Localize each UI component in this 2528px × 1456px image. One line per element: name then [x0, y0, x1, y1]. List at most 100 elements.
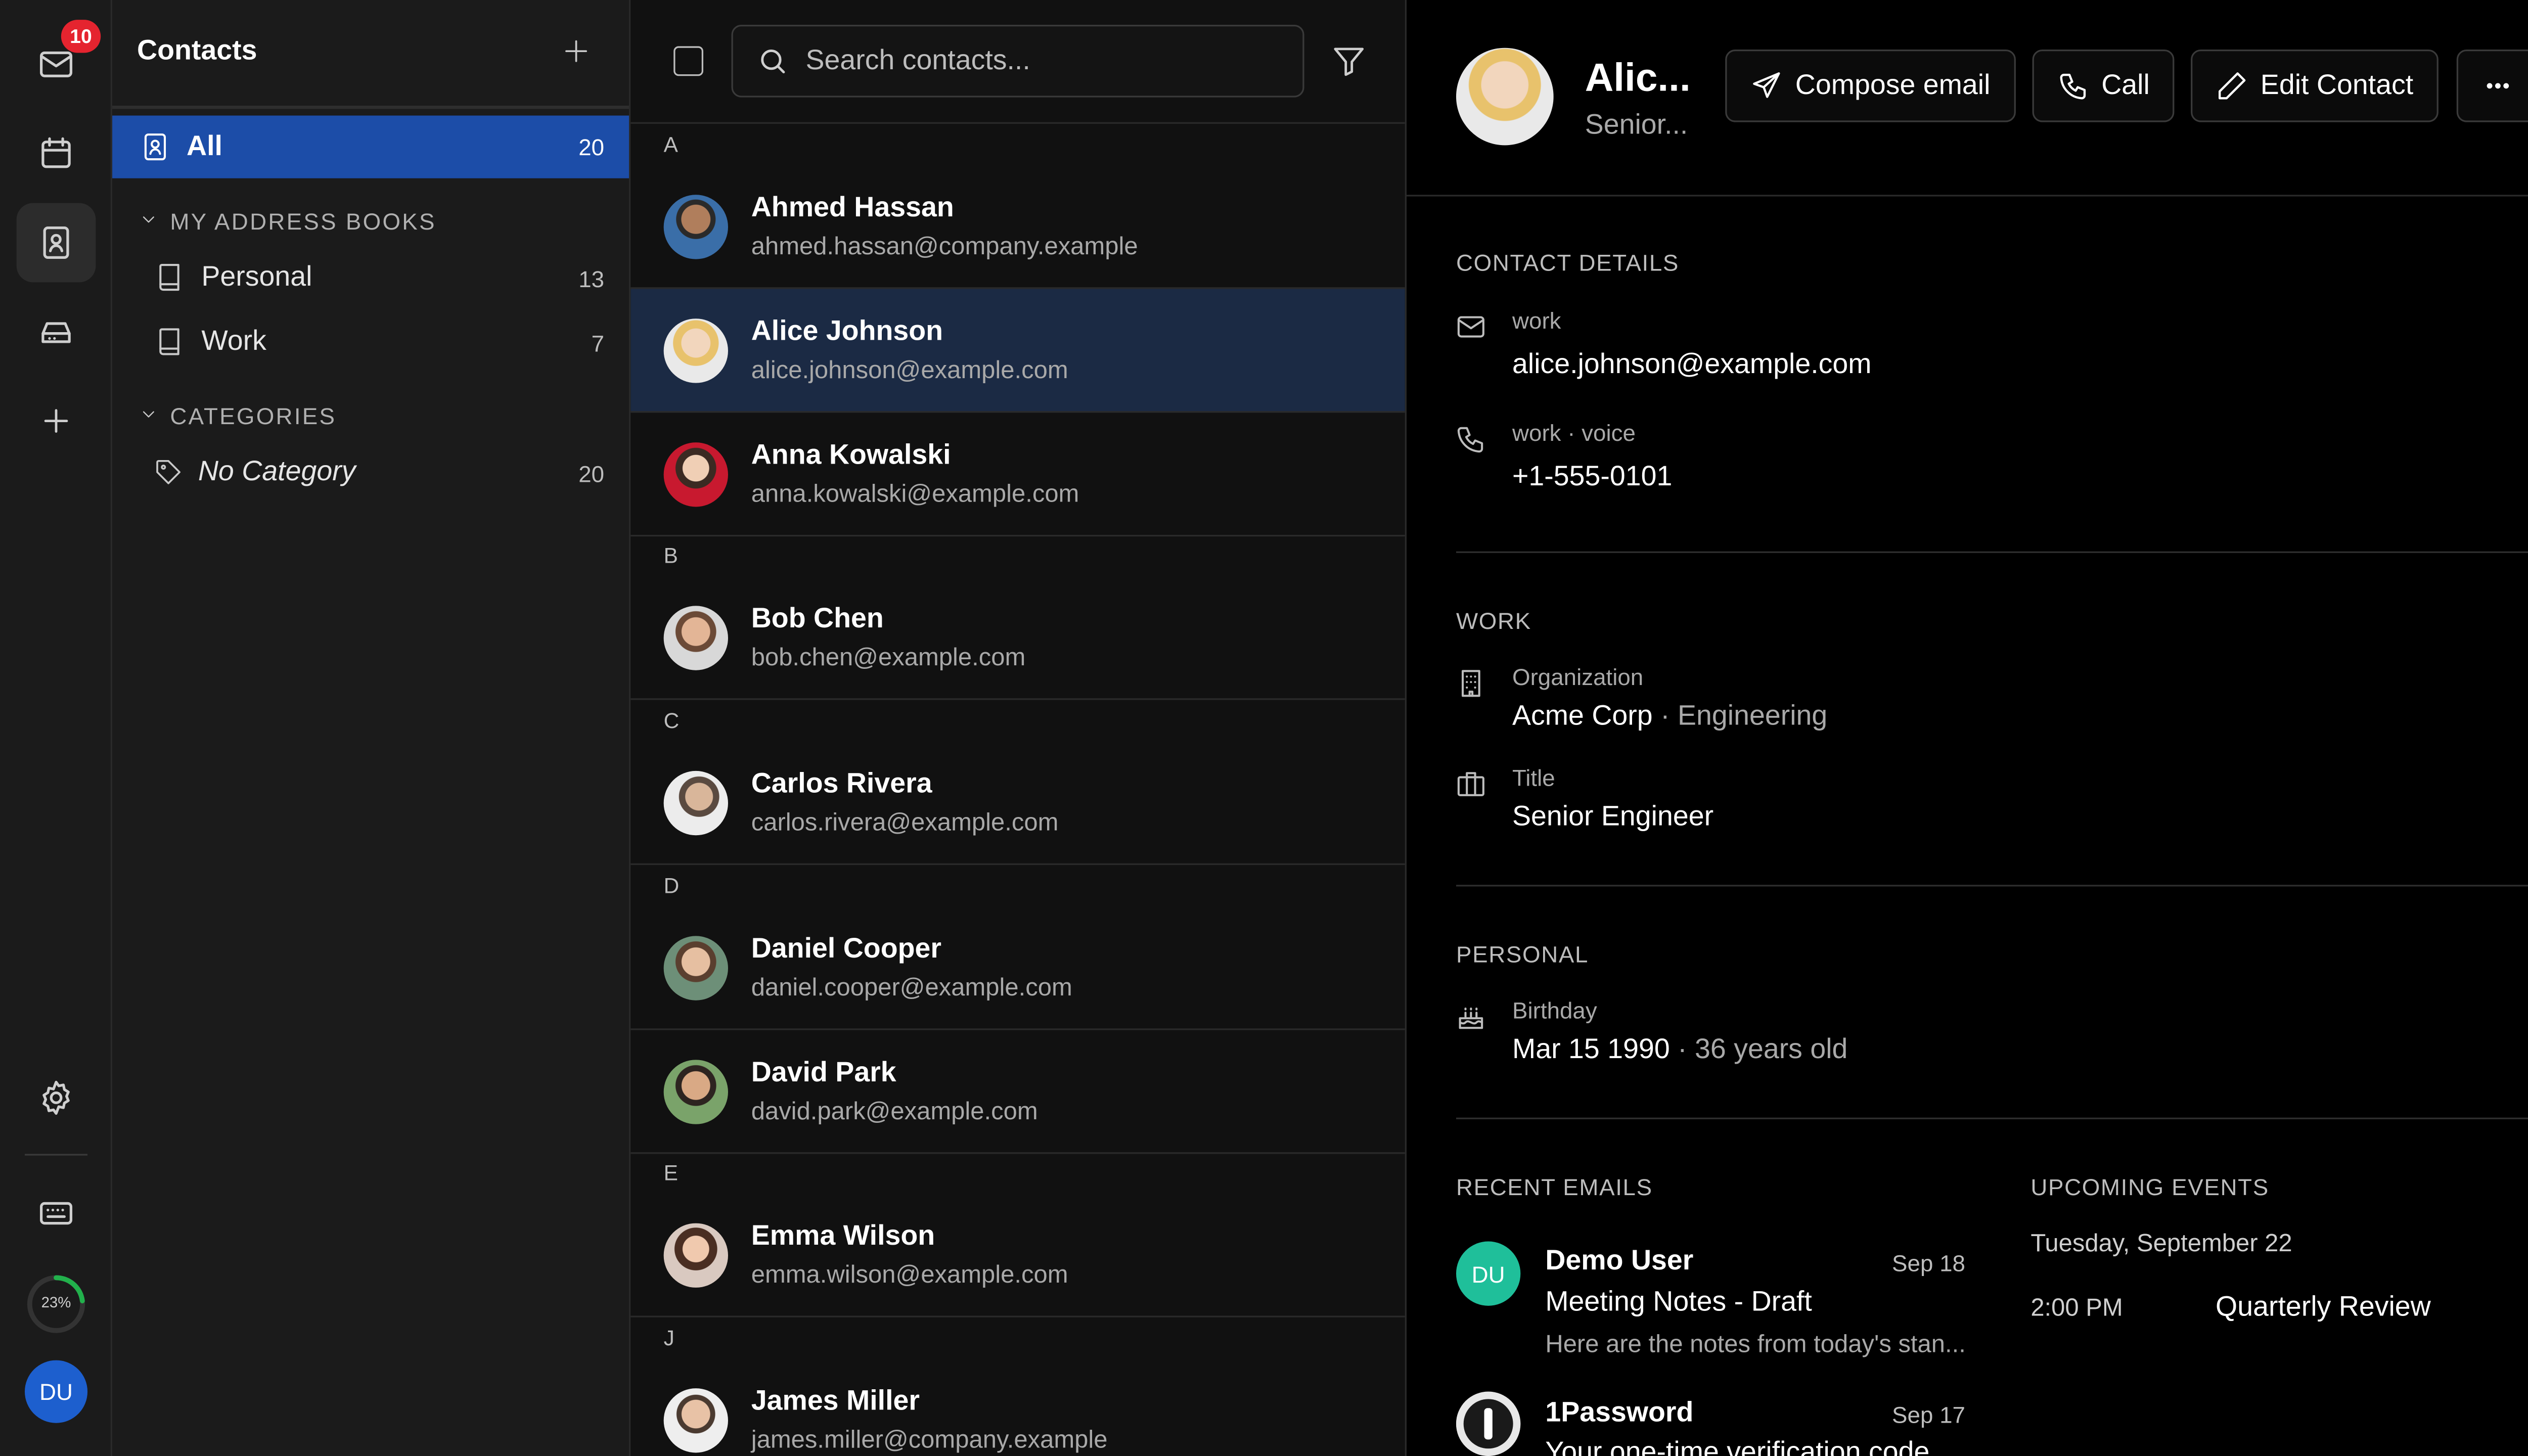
sender-avatar: DU [1456, 1241, 1521, 1306]
contact-list-pane: Search contacts... A Ahmed Hassan ahmed.… [630, 0, 1407, 1456]
plus-icon [44, 409, 68, 433]
mail-icon [1457, 316, 1484, 338]
sidebar-divider [112, 105, 629, 109]
sidebar-item-personal[interactable]: Personal 13 [112, 248, 629, 307]
email-date: Sep 18 [1892, 1249, 1965, 1277]
contact-row[interactable]: Carlos Rivera carlos.rivera@example.com [630, 741, 1405, 866]
more-icon [2487, 83, 2509, 89]
sidebar-item-label: No Category [198, 456, 356, 487]
contact-row[interactable]: Bob Chen bob.chen@example.com [630, 576, 1405, 700]
email-subject: Meeting Notes - Draft [1545, 1286, 1812, 1317]
keyboard-shortcuts-button[interactable] [17, 1174, 96, 1253]
contact-email: bob.chen@example.com [751, 644, 1026, 672]
contact-avatar [663, 1388, 728, 1453]
contact-avatar [663, 195, 728, 259]
unread-badge: 10 [61, 20, 101, 53]
event-day: Tuesday, September 22 [2030, 1230, 2292, 1258]
address-books-header: MY ADDRESS BOOKS [170, 208, 436, 235]
contact-name: Carlos Rivera [751, 767, 932, 799]
contact-avatar [663, 936, 728, 1000]
sidebar-item-label: Work [201, 325, 266, 357]
categories-toggle[interactable] [139, 403, 158, 433]
rail-divider [24, 1154, 88, 1156]
storage-progress[interactable]: 23% [17, 1264, 96, 1344]
call-button[interactable]: Call [2032, 49, 2175, 122]
sidebar-item-count: 13 [578, 265, 605, 292]
categories-header: CATEGORIES [170, 402, 337, 429]
contact-row[interactable]: Daniel Cooper daniel.cooper@example.com [630, 906, 1405, 1030]
book-icon [159, 328, 179, 355]
select-all-checkbox[interactable] [673, 46, 704, 76]
drive-icon [41, 322, 71, 343]
add-address-book-button[interactable] [555, 30, 598, 73]
sidebar-item-all[interactable]: All 20 [112, 115, 629, 178]
contacts-icon [43, 226, 69, 259]
contact-name: David Park [751, 1056, 896, 1088]
phone-value[interactable]: +1-555-0101 [1512, 461, 1672, 493]
contact-email: david.park@example.com [751, 1098, 1038, 1126]
user-avatar[interactable]: DU [24, 1360, 88, 1423]
birthday-age: · 36 years old [1669, 1033, 1848, 1065]
event-title: Quarterly Review [2216, 1291, 2431, 1323]
1password-logo-icon [1456, 1391, 1521, 1456]
send-icon [1753, 72, 1781, 98]
recent-emails-heading: RECENT EMAILS [1456, 1173, 1653, 1200]
contact-name: Daniel Cooper [751, 932, 942, 964]
letter-header-e: E [663, 1160, 678, 1186]
sidebar-item-work[interactable]: Work 7 [112, 312, 629, 372]
address-books-toggle[interactable] [139, 208, 158, 238]
contact-email: ahmed.hassan@company.example [751, 233, 1138, 261]
event-time: 2:00 PM [2030, 1294, 2123, 1323]
phone-icon [1457, 427, 1483, 453]
cake-icon [1459, 1008, 1483, 1029]
contact-name-heading: Alic... [1585, 56, 1691, 101]
contact-name: Ahmed Hassan [751, 191, 954, 223]
briefcase-icon [1457, 772, 1484, 796]
organization-department: · Engineering [1652, 700, 1828, 732]
search-icon [761, 49, 785, 74]
letter-header-c: C [663, 708, 680, 733]
call-label: Call [2101, 69, 2150, 101]
add-app-button[interactable] [17, 381, 96, 461]
edit-contact-label: Edit Contact [2260, 69, 2414, 101]
book-icon [159, 264, 179, 291]
birthday-value: Mar 15 1990 · 36 years old [1512, 1033, 1847, 1066]
more-options-button[interactable] [2456, 49, 2528, 122]
contact-row[interactable]: David Park david.park@example.com [630, 1030, 1405, 1154]
email-value[interactable]: alice.johnson@example.com [1512, 348, 1872, 381]
recent-email-item[interactable]: DU Demo User Sep 18 Meeting Notes - Draf… [1407, 1230, 1984, 1362]
sidebar-item-no-category[interactable]: No Category 20 [112, 442, 629, 502]
birthday-label: Birthday [1512, 997, 1597, 1024]
edit-contact-button[interactable]: Edit Contact [2191, 49, 2439, 122]
contact-row[interactable]: Anna Kowalski anna.kowalski@example.com [630, 413, 1405, 537]
contact-row[interactable]: James Miller james.miller@company.exampl… [630, 1358, 1405, 1456]
calendar-nav-button[interactable] [17, 114, 96, 193]
search-input[interactable]: Search contacts... [731, 24, 1304, 98]
contact-email: daniel.cooper@example.com [751, 974, 1072, 1003]
contact-row[interactable]: Ahmed Hassan ahmed.hassan@company.exampl… [630, 165, 1405, 289]
settings-button[interactable] [17, 1058, 96, 1138]
contact-name: James Miller [751, 1385, 920, 1417]
contacts-nav-button[interactable] [16, 203, 96, 283]
contact-name: Emma Wilson [751, 1220, 935, 1252]
contact-detail-pane: Alic... Senior... Compose email Call Edi… [1407, 0, 2528, 1456]
work-heading: WORK [1456, 607, 1531, 634]
contact-name: Alice Johnson [751, 315, 943, 347]
contact-subtitle: Senior... [1585, 109, 1688, 141]
chevron-down-icon [143, 411, 154, 418]
contact-row[interactable]: Emma Wilson emma.wilson@example.com [630, 1194, 1405, 1317]
contact-row-selected[interactable]: Alice Johnson alice.johnson@example.com [630, 289, 1405, 413]
event-item[interactable]: 2:00 PM Quarterly Review [2030, 1271, 2526, 1337]
recent-email-item[interactable]: 1Password Sep 17 Your one-time verificat… [1407, 1383, 1984, 1456]
birthday-date: Mar 15 1990 [1512, 1033, 1670, 1065]
drive-nav-button[interactable] [17, 292, 96, 372]
list-toolbar: Search contacts... [630, 0, 1405, 124]
phone-row-icon [1455, 423, 1487, 464]
contact-avatar [663, 1223, 728, 1288]
filter-button[interactable] [1331, 43, 1367, 87]
contact-email: anna.kowalski@example.com [751, 480, 1079, 509]
email-sender: 1Password [1545, 1396, 1694, 1428]
app-root: 10 23% DU Contacts All 20 MY ADDRESS BOO… [0, 0, 2528, 1456]
compose-email-button[interactable]: Compose email [1725, 49, 2016, 122]
organization-icon-wrap [1455, 667, 1487, 708]
